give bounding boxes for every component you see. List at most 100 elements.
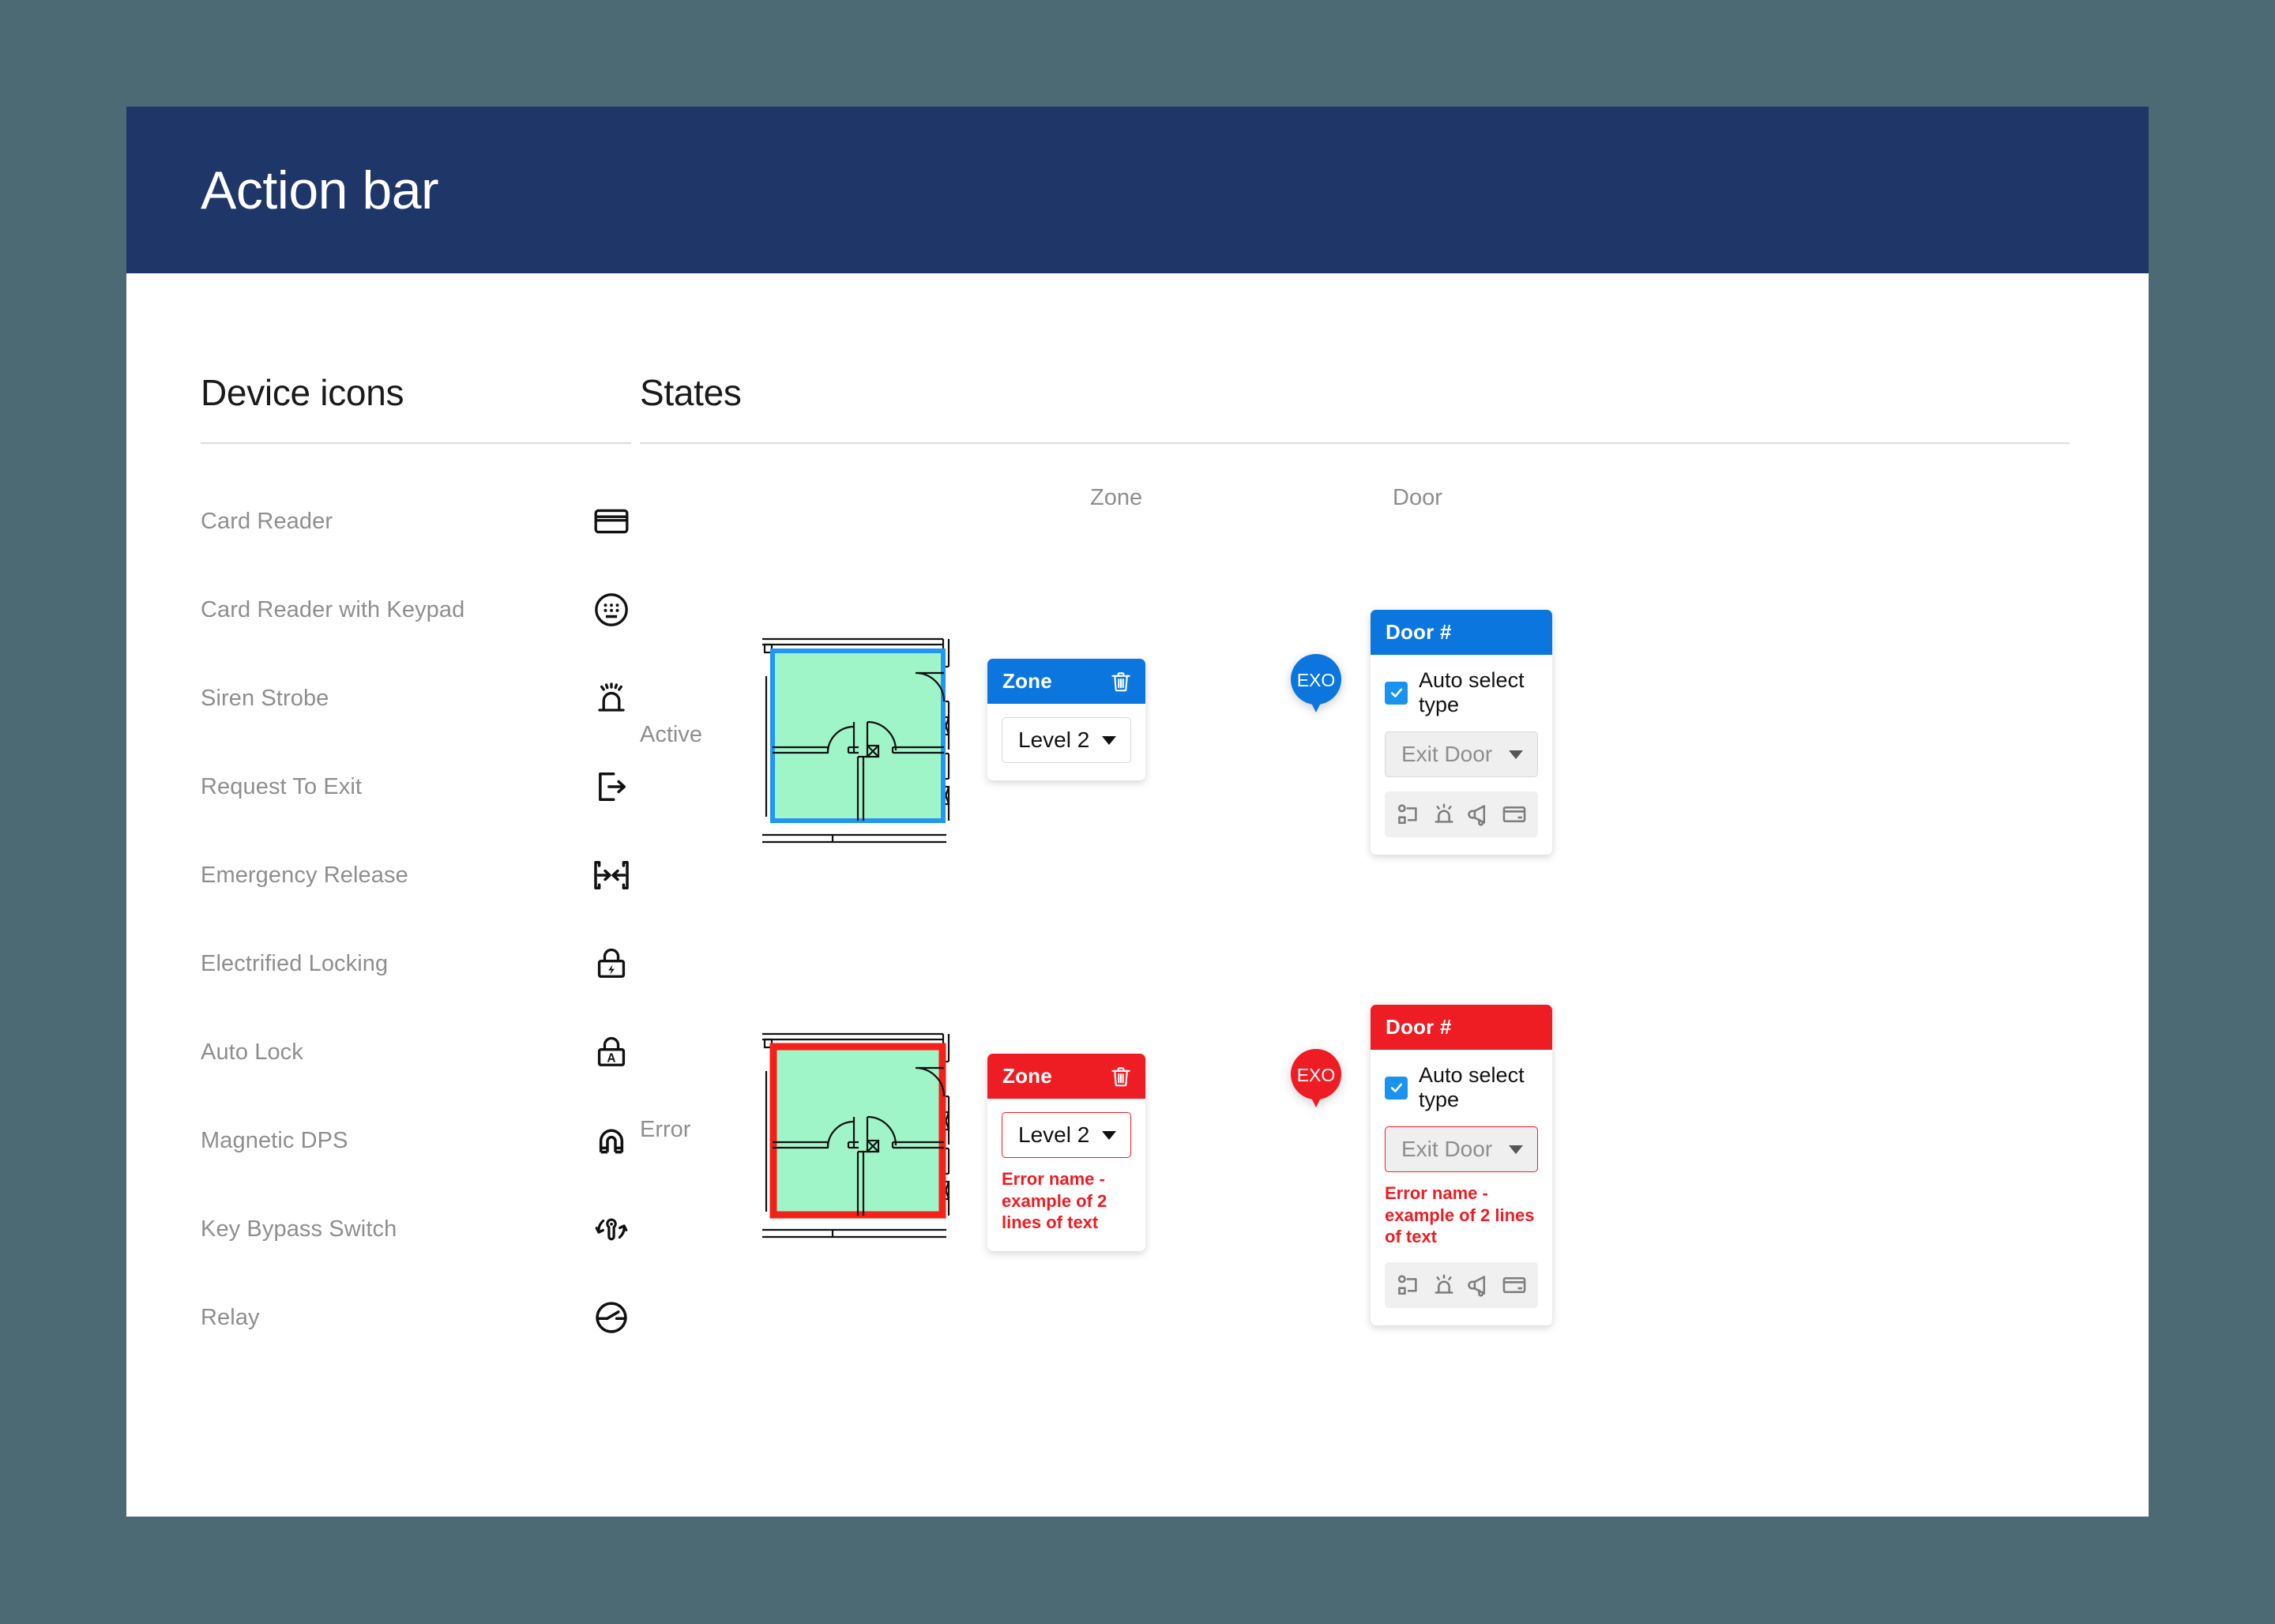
auto-select-type-row[interactable]: Auto select type (1385, 668, 1538, 717)
zone-card-error: Zone Level 2 Error name - example of 2 l… (987, 1054, 1145, 1251)
list-item[interactable]: Key Bypass Switch (201, 1185, 631, 1273)
list-item[interactable]: Relay (201, 1273, 631, 1362)
device-label: Emergency Release (201, 862, 408, 888)
emergency-release-icon (592, 855, 631, 895)
divider (640, 442, 2070, 444)
floorplan-active[interactable] (760, 635, 957, 848)
relay-icon (592, 1298, 631, 1337)
card-reader-keypad-icon (592, 590, 631, 630)
trash-icon[interactable] (1109, 670, 1133, 694)
zone-level-select[interactable]: Level 2 (1002, 717, 1131, 763)
list-item[interactable]: Request To Exit (201, 742, 631, 831)
list-item[interactable]: Card Reader with Keypad (201, 566, 631, 654)
electrified-locking-icon (592, 944, 631, 983)
key-bypass-switch-icon (592, 1209, 631, 1249)
state-label: Error (640, 1117, 691, 1142)
door-device-icon-strip (1385, 1261, 1538, 1308)
card-reader-icon (592, 502, 631, 541)
action-bar-title: Action bar (201, 160, 439, 220)
card-title: Door # (1386, 1015, 1452, 1039)
list-item[interactable]: Magnetic DPS (201, 1096, 631, 1185)
zone-card-active: Zone Level 2 (987, 659, 1145, 780)
state-label: Active (640, 722, 702, 747)
exo-map-pin-active[interactable]: EXO (1288, 651, 1344, 720)
device-label: Relay (201, 1304, 260, 1330)
auto-lock-icon: A (592, 1032, 631, 1072)
auto-select-type-checkbox[interactable] (1385, 1076, 1408, 1100)
auto-select-type-checkbox[interactable] (1385, 681, 1408, 705)
card-body: Auto select type Exit Door Error name - … (1371, 1050, 1552, 1325)
magnetic-dps-icon (592, 1121, 631, 1160)
column-header-zone: Zone (1090, 485, 1143, 510)
device-label: Card Reader with Keypad (201, 596, 465, 622)
list-item[interactable]: Siren Strobe (201, 654, 631, 742)
floorplan-error[interactable] (760, 1030, 957, 1243)
list-item[interactable]: Electrified Locking (201, 919, 631, 1008)
select-value: Exit Door (1401, 742, 1493, 766)
card-header: Zone (987, 659, 1145, 704)
device-label: Key Bypass Switch (201, 1216, 397, 1242)
svg-text:A: A (607, 1052, 615, 1066)
exo-pin-label: EXO (1297, 1065, 1336, 1085)
card-header: Door # (1371, 1005, 1552, 1050)
zone-level-select[interactable]: Level 2 (1002, 1112, 1131, 1158)
column-header-door: Door (1393, 485, 1442, 510)
device-label: Auto Lock (201, 1039, 303, 1065)
door-device-icon-strip (1385, 791, 1538, 837)
door-card-error: Door # Auto select type Exit Door Error … (1371, 1005, 1552, 1325)
device-label: Siren Strobe (201, 685, 329, 711)
card-title: Door # (1386, 620, 1452, 644)
card-reader-icon[interactable] (1501, 1272, 1528, 1299)
door-type-select[interactable]: Exit Door (1385, 1126, 1538, 1172)
device-icons-heading: Device icons (201, 372, 404, 413)
card-body: Auto select type Exit Door (1371, 655, 1552, 855)
states-column-headers: Zone Door (640, 485, 2070, 556)
card-header: Zone (987, 1054, 1145, 1099)
state-row-active: Active Zone Level 2 EXO Door # Auto sele… (640, 556, 2070, 951)
door-contact-icon[interactable] (1395, 1272, 1422, 1299)
list-item[interactable]: Card Reader (201, 477, 631, 566)
list-item[interactable]: Emergency Release (201, 831, 631, 919)
request-to-exit-icon (592, 767, 631, 806)
device-icons-panel: Device icons Card Reader Card Reader wit… (201, 371, 631, 1362)
device-label: Request To Exit (201, 773, 363, 799)
device-label: Electrified Locking (201, 950, 389, 976)
siren-strobe-icon[interactable] (1431, 1272, 1457, 1299)
exo-pin-label: EXO (1297, 670, 1336, 690)
card-title: Zone (1002, 1064, 1052, 1088)
content-sheet: Action bar Device icons Card Reader Card… (126, 107, 2149, 1517)
auto-select-type-row[interactable]: Auto select type (1385, 1063, 1538, 1112)
siren-strobe-icon (592, 679, 631, 718)
states-panel: States Zone Door Active Zone Level 2 EXO… (640, 371, 2070, 1346)
card-header: Door # (1371, 610, 1552, 655)
card-reader-icon[interactable] (1501, 801, 1528, 828)
door-card-active: Door # Auto select type Exit Door (1371, 610, 1552, 855)
select-value: Level 2 (1018, 727, 1090, 752)
door-type-select[interactable]: Exit Door (1385, 731, 1538, 777)
horn-speaker-icon[interactable] (1465, 1272, 1492, 1299)
select-value: Exit Door (1401, 1137, 1493, 1161)
chevron-down-icon (1509, 1145, 1523, 1154)
auto-select-type-label: Auto select type (1419, 1063, 1525, 1111)
select-value: Level 2 (1018, 1122, 1090, 1147)
state-row-error: Error Zone Level 2 Error name - example … (640, 951, 2070, 1346)
screen-root: Action bar Device icons Card Reader Card… (0, 0, 2275, 1624)
chevron-down-icon (1102, 735, 1116, 745)
device-label: Card Reader (201, 508, 333, 534)
trash-icon[interactable] (1109, 1065, 1133, 1088)
states-heading: States (640, 372, 742, 413)
door-contact-icon[interactable] (1395, 801, 1422, 828)
device-icons-list: Card Reader Card Reader with Keypad Sire… (201, 477, 631, 1362)
card-body: Level 2 Error name - example of 2 lines … (987, 1099, 1145, 1251)
chevron-down-icon (1509, 750, 1523, 759)
door-error-message: Error name - example of 2 lines of text (1385, 1183, 1535, 1246)
siren-strobe-icon[interactable] (1431, 801, 1457, 828)
horn-speaker-icon[interactable] (1465, 801, 1492, 828)
zone-error-message: Error name - example of 2 lines of text (1002, 1169, 1107, 1232)
chevron-down-icon (1102, 1130, 1116, 1140)
list-item[interactable]: Auto Lock A (201, 1008, 631, 1096)
divider (201, 442, 631, 444)
auto-select-type-label: Auto select type (1419, 668, 1525, 716)
card-title: Zone (1002, 669, 1052, 693)
exo-map-pin-error[interactable]: EXO (1288, 1046, 1344, 1115)
